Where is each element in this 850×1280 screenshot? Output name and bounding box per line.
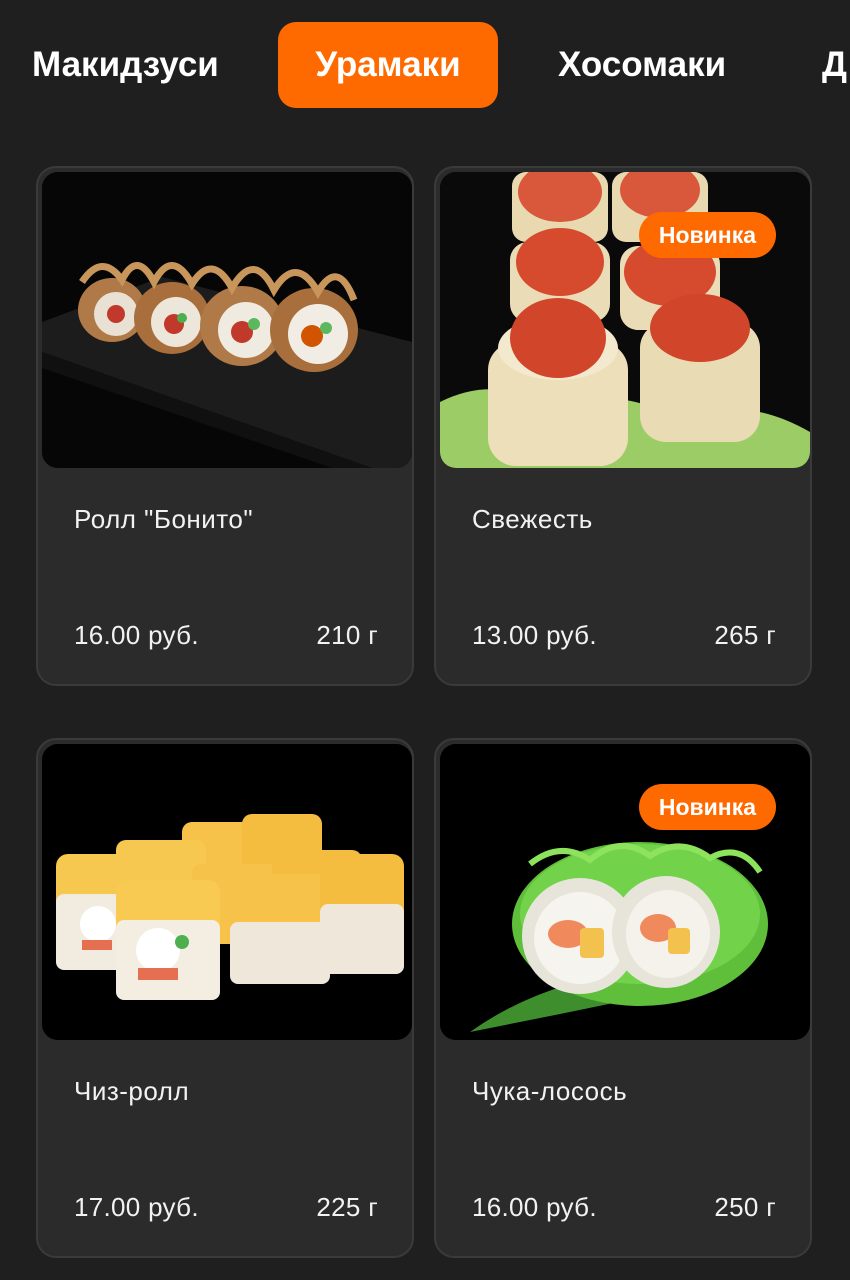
product-image	[42, 172, 412, 468]
product-card-cheese-roll[interactable]: Чиз-ролл 17.00 руб. 225 г	[36, 738, 414, 1258]
product-name: Свежесть	[472, 504, 593, 534]
product-image	[42, 744, 412, 1040]
category-tabs: Макидзуси Урамаки Хосомаки Д	[0, 22, 850, 108]
tab-makizushi[interactable]: Макидзуси	[32, 22, 219, 108]
product-image: Новинка	[440, 744, 810, 1040]
product-name: Ролл "Бонито"	[74, 504, 254, 534]
product-image: Новинка	[440, 172, 810, 468]
product-card-svezhest[interactable]: Новинка Свежесть 13.00 руб. 265 г	[434, 166, 812, 686]
product-name: Чиз-ролл	[74, 1076, 190, 1106]
new-badge: Новинка	[638, 784, 776, 830]
product-weight: 250 г	[714, 1192, 776, 1222]
product-weight: 225 г	[316, 1192, 378, 1222]
product-weight: 210 г	[316, 620, 378, 650]
product-card-chuka-losos[interactable]: Новинка Чука-лосось 16.00 руб. 250 г	[434, 738, 812, 1258]
product-price: 17.00 руб.	[74, 1192, 199, 1222]
product-name: Чука-лосось	[472, 1076, 628, 1106]
product-card-bonito[interactable]: Ролл "Бонито" 16.00 руб. 210 г	[36, 166, 414, 686]
product-price: 16.00 руб.	[472, 1192, 597, 1222]
tab-uramaki[interactable]: Урамаки	[278, 22, 498, 108]
product-price: 16.00 руб.	[74, 620, 199, 650]
product-weight: 265 г	[714, 620, 776, 650]
product-price: 13.00 руб.	[472, 620, 597, 650]
new-badge: Новинка	[638, 212, 776, 258]
tab-next-partial[interactable]: Д	[822, 22, 847, 108]
tab-hosomaki[interactable]: Хосомаки	[558, 22, 726, 108]
